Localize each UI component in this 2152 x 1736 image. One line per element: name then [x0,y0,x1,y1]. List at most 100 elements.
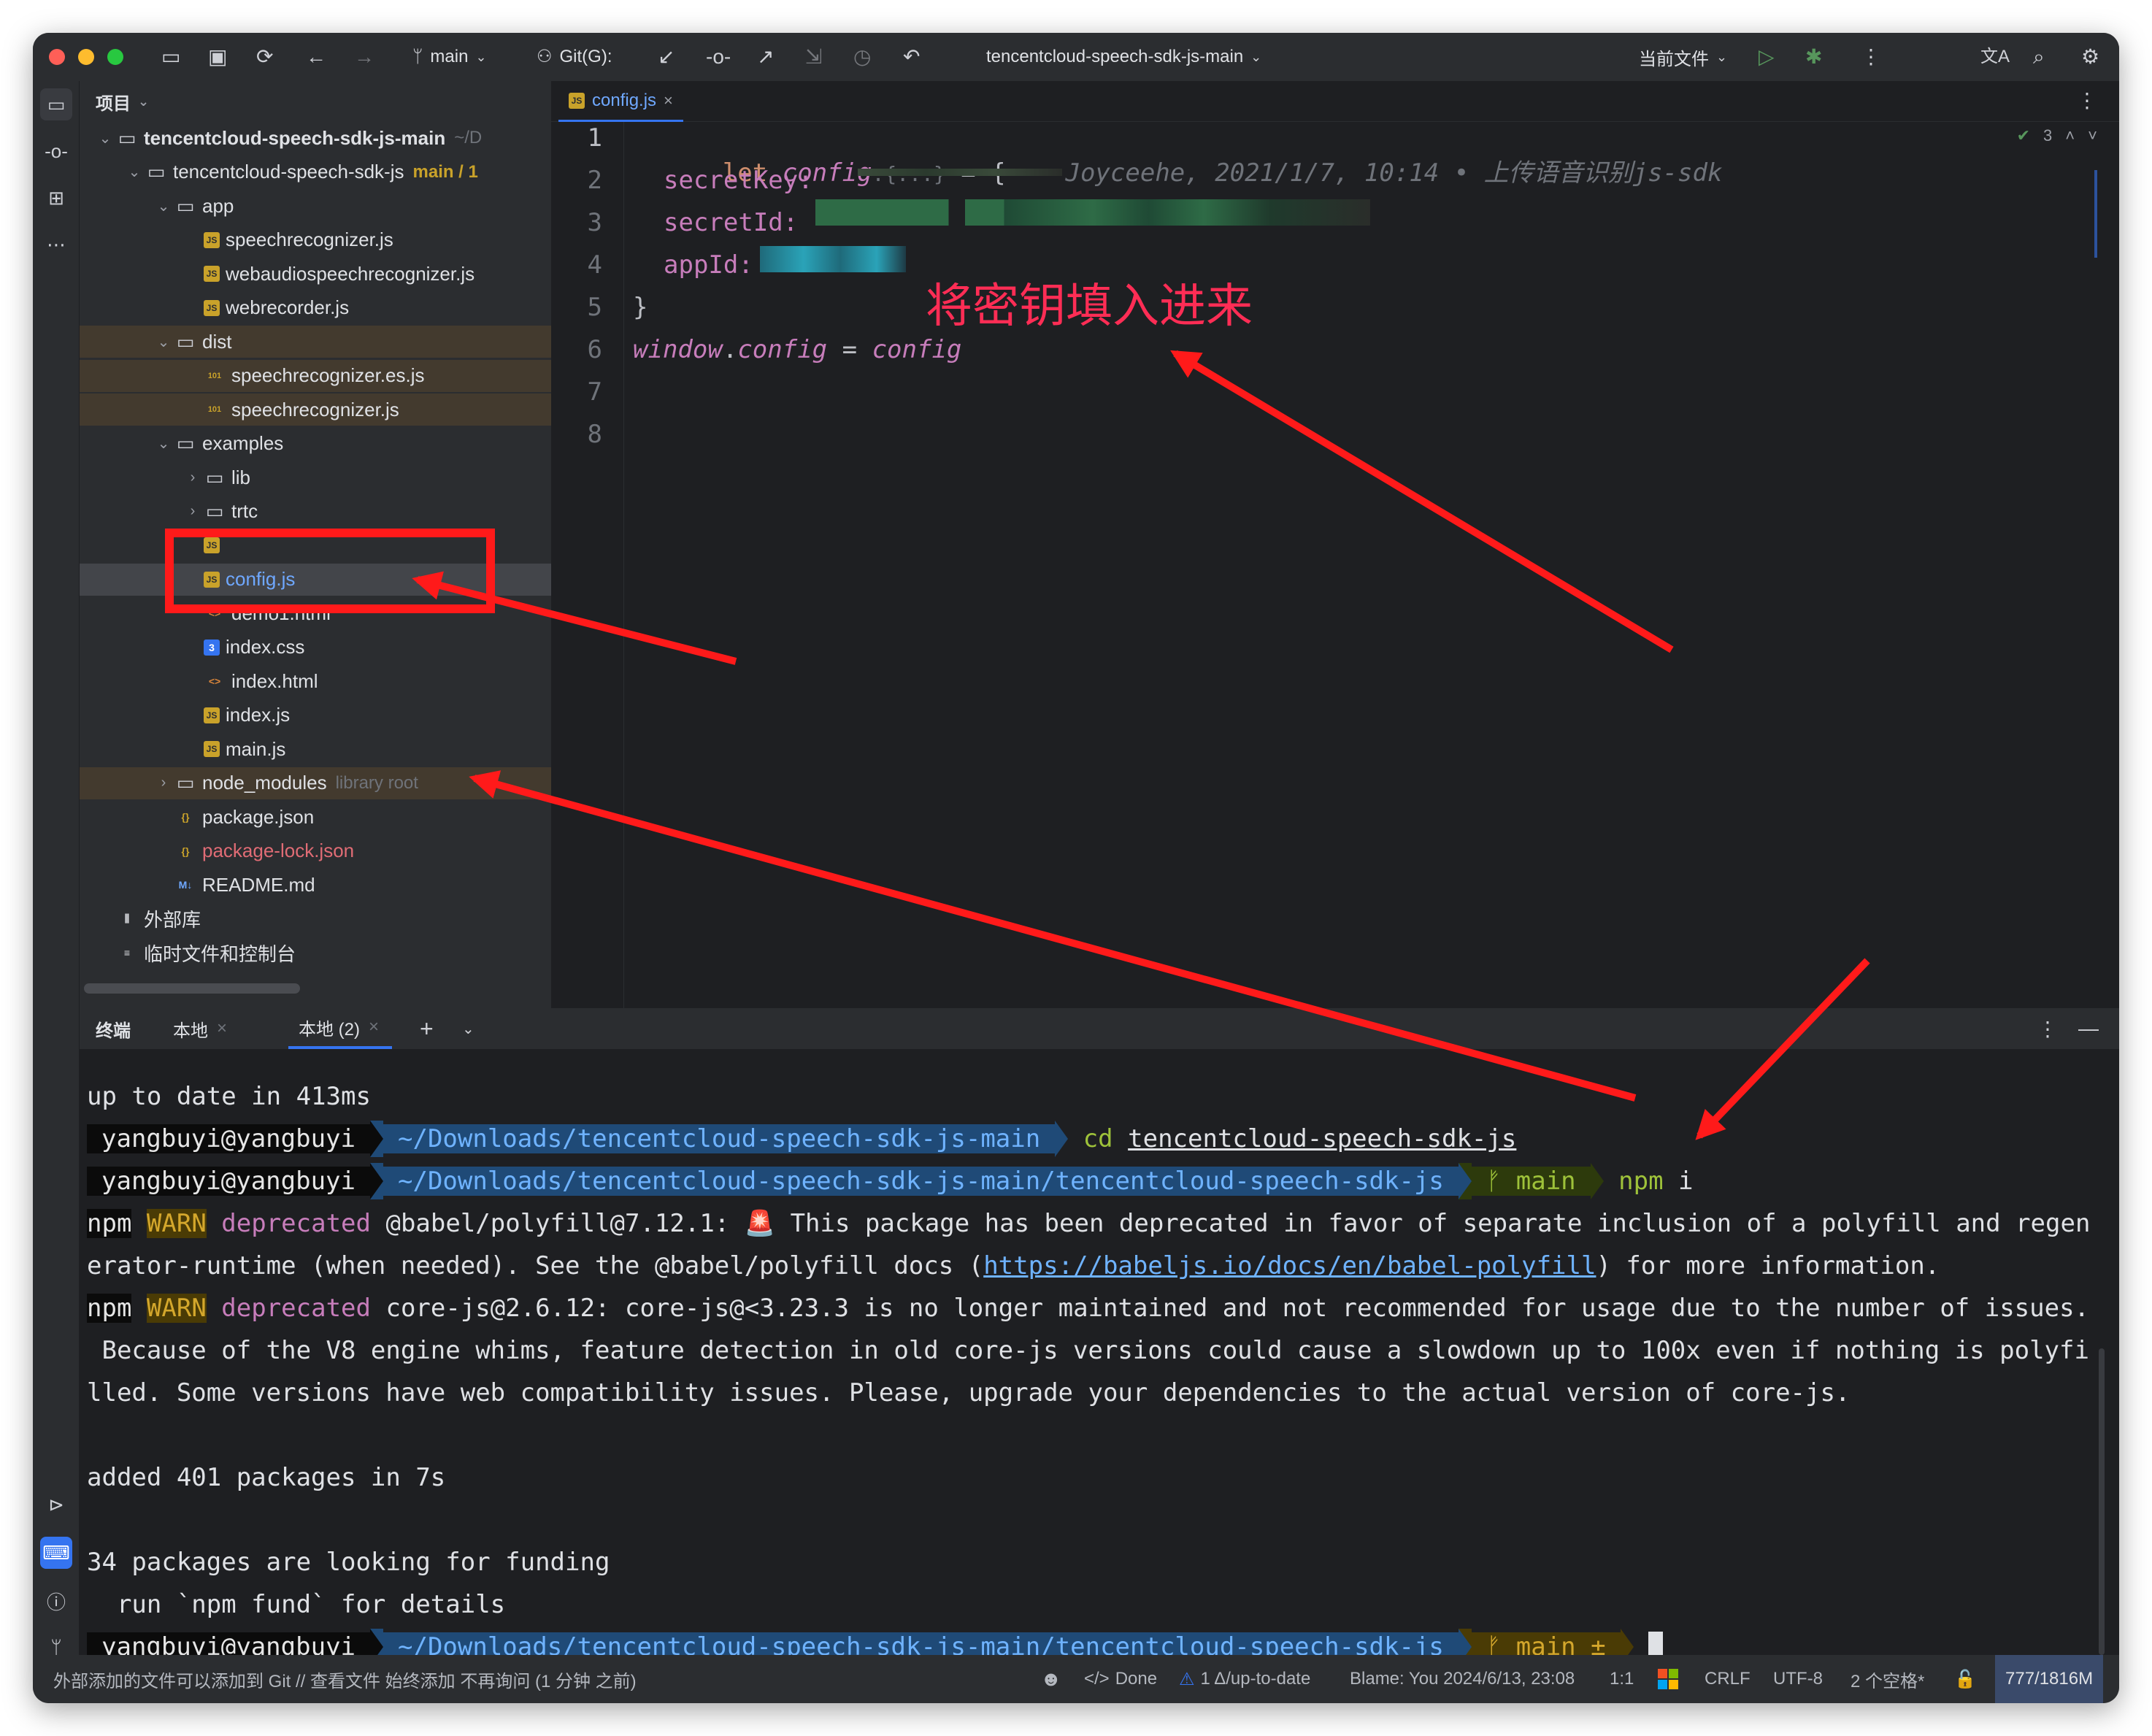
more-vertical-icon[interactable]: ⋮ [2037,1017,2058,1041]
folder-icon: ▭ [118,126,137,149]
back-button[interactable]: ← [306,33,326,81]
git-update-button[interactable]: ↙ [658,33,675,81]
settings-button[interactable]: ⚙ [2081,33,2099,81]
terminal-tab-local-2[interactable]: 本地 (2) × [288,1008,393,1049]
inspection-widget[interactable]: ✔ 3 ˄ ˅ [2017,126,2097,145]
sync-button[interactable]: ⟳ [256,33,273,81]
tab-config-js[interactable]: JS config.js × [558,81,683,122]
tree-item[interactable]: 101 speechrecognizer.es.js [80,359,551,392]
run-config-selector[interactable]: 当前文件 ⌄ [1639,33,1727,81]
minimize-panel-icon[interactable]: — [2078,1017,2099,1040]
chevron-down-icon[interactable]: ⌄ [94,129,116,147]
close-tab-icon[interactable]: × [664,91,673,110]
terminal-tab-local[interactable]: 本地 × [173,1008,227,1049]
commit-tool-button[interactable]: -o- [40,135,72,167]
tree-item[interactable]: {} package.json [80,801,551,833]
git-history-button[interactable]: ◷ [853,33,871,81]
chevron-down-icon[interactable]: ˅ [2088,126,2097,145]
tree-item[interactable]: JS config.js [80,563,551,596]
copilot-status[interactable]: ☻ [1040,1655,1061,1703]
more-actions-button[interactable]: ⋮ [1861,33,1881,81]
tree-item[interactable]: ⌄ ▭ tencentcloud-speech-sdk-js-main ~/D [80,122,551,154]
tree-item[interactable]: JS main.js [80,733,551,765]
tree-item[interactable]: <> demo1.html [80,597,551,629]
debug-button[interactable]: ✱ [1805,33,1822,81]
terminal-output[interactable]: up to date in 413ms yangbuyi@yangbuyi ~/D… [80,1049,2119,1665]
new-tab-button[interactable]: + [420,1015,434,1042]
tree-item[interactable]: JS index.js [80,699,551,731]
close-tab-icon[interactable]: × [369,1017,379,1037]
chevron-down-icon[interactable]: ⌄ [462,1020,474,1038]
tree-item-label: lib [231,466,251,488]
tree-item[interactable]: ⌄ ▭ app [80,190,551,222]
git-commit-button[interactable]: -o- [706,33,731,81]
chevron-right-icon[interactable]: › [153,775,174,791]
babel-docs-link[interactable]: https://babeljs.io/docs/en/babel-polyfil… [983,1251,1596,1280]
save-all-button[interactable]: ▣ [208,33,227,81]
chevron-down-icon[interactable]: ⌄ [153,434,174,453]
chevron-down-icon[interactable]: ⌄ [153,333,174,351]
status-message[interactable]: 外部添加的文件可以添加到 Git // 查看文件 始终添加 不再询问 (1 分钟… [53,1655,637,1703]
chevron-down-icon[interactable]: ⌄ [123,163,145,181]
close-window-button[interactable] [49,49,65,65]
close-tab-icon[interactable]: × [217,1018,227,1039]
code-editor[interactable]: 12345678 let config:{...} = { Joyceehe, … [551,122,2119,1008]
forward-button[interactable]: → [354,33,374,81]
chevron-down-icon[interactable]: ⌄ [153,197,174,215]
chevron-right-icon[interactable]: › [182,469,204,486]
file-encoding[interactable]: UTF-8 [1773,1655,1823,1703]
git-rollback-button[interactable]: ↶ [903,33,920,81]
tree-item[interactable]: JS webaudiospeechrecognizer.js [80,258,551,290]
tree-item[interactable]: ⫼ 外部库 [80,903,551,935]
tree-item[interactable]: JS [80,529,551,561]
chevron-up-icon[interactable]: ˄ [2065,126,2075,145]
vcs-status[interactable]: ⚠ 1 Δ/up-to-date [1179,1655,1310,1703]
tree-item[interactable]: ≡ 临时文件和控制台 [80,937,551,969]
structure-tool-button[interactable]: ⊞ [40,182,72,214]
tree-item[interactable]: ⌄ ▭ tencentcloud-speech-sdk-js main / 1 [80,156,551,188]
tree-item[interactable]: › ▭ node_modules library root [80,767,551,799]
caret-position[interactable]: 1:1 [1610,1655,1634,1703]
vertical-scrollbar[interactable] [2094,170,2097,258]
terminal-tool-button[interactable]: ⌨ [40,1537,72,1569]
minimize-window-button[interactable] [78,49,94,65]
lock-icon[interactable]: 🔓 [1954,1655,1976,1703]
translate-button[interactable]: 文A [1980,33,2010,81]
problems-tool-button[interactable]: ⓘ [40,1585,72,1617]
branch-selector[interactable]: ᛘ main ⌄ [412,33,487,81]
memory-indicator[interactable]: 777/1816M [1995,1655,2104,1703]
tree-item[interactable]: 3 index.css [80,631,551,664]
services-tool-button[interactable]: ⊳ [40,1489,72,1521]
git-push-button[interactable]: ↗ [757,33,774,81]
tab-actions-button[interactable]: ⋮ [2077,88,2097,112]
tree-item[interactable]: ⌄ ▭ dist [80,326,551,358]
js-file-icon: JS [204,741,220,757]
line-separator[interactable]: CRLF [1705,1655,1751,1703]
terminal-scrollbar[interactable] [2099,1348,2105,1655]
tree-item[interactable]: ⌄ ▭ examples [80,428,551,460]
git-menu[interactable]: ⚇ Git(G): [537,33,612,81]
tree-item[interactable]: 101 speechrecognizer.js [80,393,551,426]
maximize-window-button[interactable] [107,49,123,65]
tree-item[interactable]: JS speechrecognizer.js [80,224,551,256]
tree-item[interactable]: JS webrecorder.js [80,292,551,324]
project-tool-button[interactable]: ▭ [40,88,72,120]
more-tools-button[interactable]: ⋯ [40,228,72,261]
open-folder-button[interactable]: ▭ [161,33,180,81]
js-file-icon: JS [204,231,220,248]
tree-item[interactable]: › ▭ trtc [80,496,551,528]
tree-item[interactable]: <> index.html [80,665,551,697]
blame-status[interactable]: Blame: You 2024/6/13, 23:08 [1350,1655,1575,1703]
horizontal-scrollbar[interactable] [84,983,300,994]
indent-setting[interactable]: 2 个空格* [1851,1655,1924,1703]
git-merge-button[interactable]: ⇲ [805,33,822,81]
run-button[interactable]: ▷ [1759,33,1775,81]
search-everywhere-button[interactable]: ⌕ [2033,33,2045,81]
project-panel-header[interactable]: 项目 ⌄ [80,81,551,122]
tree-item[interactable]: › ▭ lib [80,461,551,493]
tree-item[interactable]: {} package-lock.json [80,835,551,867]
project-selector[interactable]: tencentcloud-speech-sdk-js-main ⌄ [986,33,1261,81]
tree-item[interactable]: M↓ README.md [80,869,551,901]
code-status[interactable]: </> Done [1084,1655,1157,1703]
chevron-right-icon[interactable]: › [182,503,204,520]
